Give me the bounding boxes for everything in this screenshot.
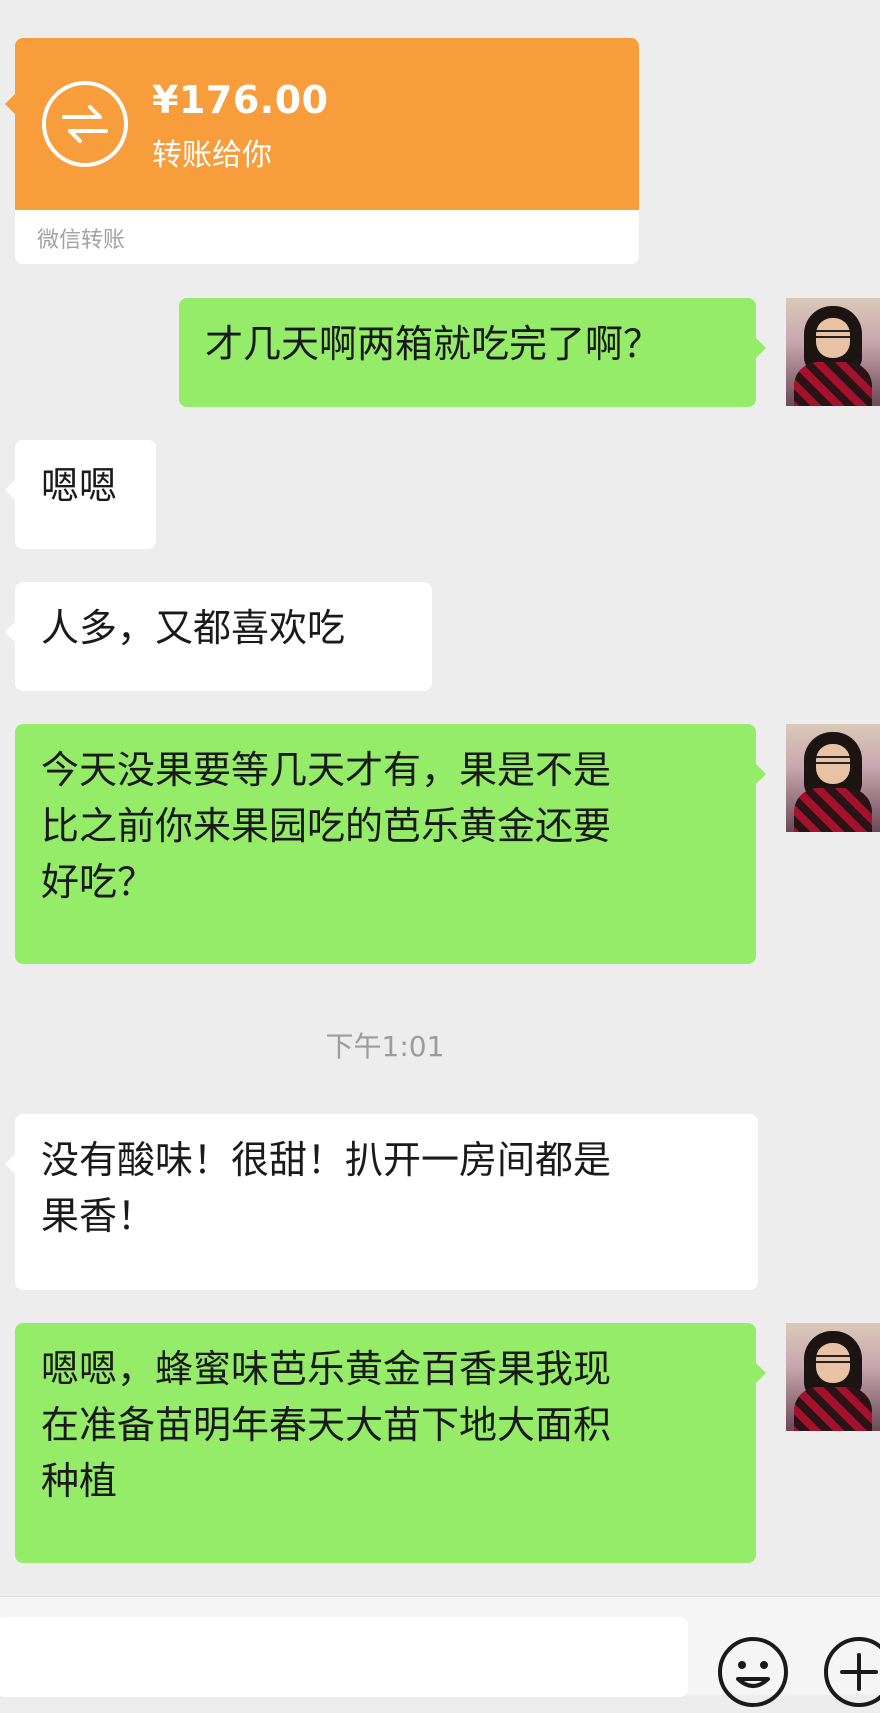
transfer-footer-label: 微信转账 xyxy=(37,228,126,253)
message-bubble-incoming[interactable]: 没有酸味！很甜！扒开一房间都是 果香！ xyxy=(5,1114,758,1290)
my-avatar[interactable] xyxy=(786,724,880,832)
chat-input-bar xyxy=(0,1596,880,1707)
my-avatar[interactable] xyxy=(786,1323,880,1431)
avatar-clothing xyxy=(794,362,872,406)
message-bubble-outgoing[interactable]: 才几天啊两箱就吃完了啊？ xyxy=(179,298,766,407)
avatar-glasses xyxy=(816,756,850,764)
message-bubble-outgoing[interactable]: 今天没果要等几天才有，果是不是 比之前你来果园吃的芭乐黄金还要 好吃？ xyxy=(15,724,766,964)
transfer-arrows-icon xyxy=(42,81,128,167)
transfer-amount: ¥176.00 xyxy=(152,78,329,122)
transfer-description: 转账给你 xyxy=(152,138,272,173)
message-bubble-outgoing[interactable]: 嗯嗯，蜂蜜味芭乐黄金百香果我现 在准备苗明年春天大苗下地大面积 种植 xyxy=(15,1323,766,1563)
transfer-card-header: ¥176.00 转账给你 xyxy=(5,38,639,210)
avatar-clothing xyxy=(794,1387,872,1431)
avatar-clothing xyxy=(794,788,872,832)
avatar-glasses xyxy=(816,1355,850,1363)
message-input[interactable] xyxy=(0,1617,688,1697)
my-avatar[interactable] xyxy=(786,298,880,406)
avatar-face xyxy=(816,1343,850,1383)
message-bubble-incoming[interactable]: 人多，又都喜欢吃 xyxy=(5,582,432,691)
avatar-glasses xyxy=(816,330,850,338)
message-timestamp: 下午1:01 xyxy=(325,1030,445,1063)
avatar-face xyxy=(816,744,850,784)
message-bubble-incoming[interactable]: 嗯嗯 xyxy=(5,440,156,549)
chat-message-list[interactable]: ¥176.00 转账给你 微信转账 才几天啊两箱就吃完了啊？ 嗯嗯 人多，又都喜… xyxy=(0,0,880,1596)
avatar-face xyxy=(816,318,850,358)
transfer-card[interactable]: ¥176.00 转账给你 微信转账 xyxy=(5,38,639,264)
smiley-face-icon[interactable] xyxy=(716,1635,790,1709)
plus-circle-icon[interactable] xyxy=(822,1635,880,1709)
